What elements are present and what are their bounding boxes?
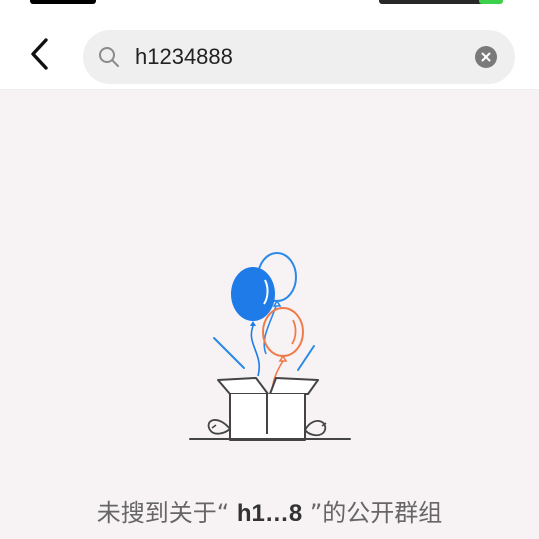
close-icon	[481, 52, 491, 62]
back-button[interactable]	[20, 34, 60, 74]
status-bar	[0, 0, 539, 12]
search-icon	[99, 47, 119, 67]
message-suffix: 的公开群组	[322, 499, 443, 527]
search-input[interactable]	[135, 30, 455, 84]
search-results-area: 未搜到关于“ h1…8 ”的公开群组	[0, 90, 539, 539]
status-time-area	[30, 0, 96, 4]
empty-result-message: 未搜到关于“ h1…8 ”的公开群组	[0, 493, 539, 528]
battery-icon	[479, 0, 503, 4]
message-prefix: 未搜到关于	[96, 499, 217, 527]
chevron-left-icon	[31, 38, 48, 70]
open-quote: “	[216, 499, 230, 527]
close-quote: ”	[309, 499, 323, 527]
search-header	[0, 12, 539, 90]
balloons-gift-box-illustration	[189, 252, 351, 441]
search-keyword: h1…8	[236, 500, 303, 527]
clear-search-button[interactable]	[475, 46, 497, 68]
search-box[interactable]	[83, 30, 515, 84]
